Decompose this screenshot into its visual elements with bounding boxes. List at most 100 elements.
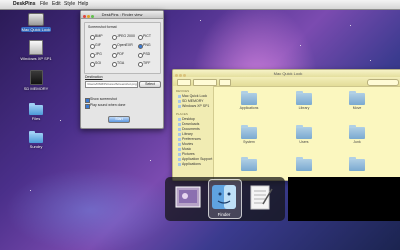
sidebar-item[interactable]: Pictures — [178, 152, 195, 156]
folder-icon — [29, 103, 43, 115]
radio-label: JPEG 2000 — [117, 34, 135, 38]
places-heading: PLACES — [176, 112, 188, 116]
radio-label: JPG — [95, 52, 102, 56]
folder-icon — [349, 157, 365, 171]
folder-item[interactable] — [229, 157, 269, 171]
radio-label: OpenEXR — [117, 43, 133, 47]
sidebar-item[interactable]: Documents — [178, 127, 200, 131]
windows-disk-icon — [29, 40, 43, 55]
folder-label: Library — [298, 106, 310, 110]
format-group: Screenshot format BMP JPEG 2000 PICT GIF… — [84, 22, 161, 74]
folder-icon — [241, 157, 257, 171]
switcher-app-preview[interactable] — [173, 182, 203, 212]
finder-window: Mac Quick Look DEVICES Mac Quick Look SD… — [172, 69, 400, 181]
sidebar-item[interactable]: Applications — [178, 162, 201, 166]
folder-item[interactable]: System — [229, 125, 269, 144]
desktop-icon-windows-xp[interactable]: Windows XP SP1 — [19, 40, 53, 61]
radio-label: PSD — [143, 52, 151, 56]
sidebar-item[interactable]: Music — [178, 147, 191, 151]
radio-label: SGI — [95, 61, 102, 65]
destination-heading: Destination — [85, 75, 103, 79]
sidebar-item[interactable]: Desktop — [178, 117, 195, 121]
folder-item[interactable]: Applications — [229, 91, 269, 110]
folder-label: Applications — [239, 106, 259, 110]
black-panel — [288, 177, 400, 221]
folder-label: System — [243, 140, 255, 144]
app-switcher: Finder — [165, 177, 285, 221]
desktop-icon-sundry[interactable]: Sundry — [19, 131, 53, 149]
folder-icon — [296, 157, 312, 171]
radio-label: GIF — [95, 43, 101, 47]
window-title: DeskPins : Finder view — [101, 12, 143, 17]
folder-icon — [296, 125, 312, 139]
sidebar-item[interactable]: Application Support — [178, 157, 212, 161]
action-button[interactable] — [219, 79, 231, 86]
folder-icon — [241, 125, 257, 139]
minimize-button[interactable] — [87, 14, 90, 18]
folder-item[interactable]: Users — [284, 125, 324, 144]
finder-title: Mac Quick Look — [273, 71, 303, 76]
sidebar-item[interactable]: Windows XP SP1 — [178, 104, 209, 108]
radio-label: PICT — [143, 34, 151, 38]
menu-bar: DeskPins File Edit Style Help — [0, 0, 400, 10]
folder-icon — [241, 91, 257, 105]
folder-item[interactable]: Junk — [337, 125, 377, 144]
search-field[interactable] — [367, 79, 399, 86]
start-button[interactable]: Start — [108, 116, 130, 123]
radio-label: PDF — [117, 52, 124, 56]
folder-label: Junk — [353, 140, 361, 144]
finder-sidebar: DEVICES Mac Quick Look SD MEMORY Windows… — [173, 86, 214, 180]
deskpins-window: DeskPins : Finder view Screenshot format… — [80, 10, 164, 129]
back-forward-button[interactable] — [177, 79, 191, 86]
folder-icon — [349, 125, 365, 139]
finder-icon — [212, 185, 236, 209]
desktop-icon-files[interactable]: Files — [19, 103, 53, 121]
desktop-icon-label: Mac Quick Look — [20, 27, 52, 32]
folder-icon — [296, 91, 312, 105]
menu-help[interactable]: Help — [78, 0, 88, 9]
radio-label: TIFF — [143, 61, 151, 65]
preview-icon — [175, 186, 201, 208]
desktop-icon-mac-quick-look[interactable]: Mac Quick Look — [19, 13, 53, 32]
destination-field[interactable]: /Users/DSM/Pictures/Screenshot.png — [85, 81, 138, 88]
finder-titlebar[interactable]: Mac Quick Look — [173, 70, 400, 77]
desktop-icon-label: Sundry — [29, 144, 43, 149]
radio-label: TGA — [117, 61, 125, 65]
radio-label: BMP — [95, 34, 103, 38]
switcher-selected-label: Finder — [217, 212, 231, 217]
folder-item[interactable] — [284, 157, 324, 171]
radio-label: PNG — [143, 43, 151, 47]
sidebar-item[interactable]: Mac Quick Look — [178, 94, 207, 98]
memory-card-icon — [29, 70, 43, 85]
view-mode-buttons[interactable] — [193, 79, 217, 86]
play-sound-label: Play sound when done — [90, 103, 126, 107]
desktop-icon-label: Files — [31, 116, 41, 121]
sidebar-item[interactable]: Movies — [178, 142, 193, 146]
desktop-icon-sd-memory[interactable]: SD MEMORY — [19, 70, 53, 91]
menu-edit[interactable]: Edit — [52, 0, 61, 9]
format-heading: Screenshot format — [88, 25, 117, 29]
menu-file[interactable]: File — [40, 0, 48, 9]
desktop-icon-label: Windows XP SP1 — [20, 56, 52, 61]
switcher-app-finder[interactable] — [209, 182, 239, 212]
folder-item[interactable]: Library — [284, 91, 324, 110]
switcher-app-textedit[interactable] — [245, 182, 275, 212]
app-menu[interactable]: DeskPins — [13, 0, 36, 9]
select-button[interactable]: Select — [139, 81, 161, 88]
window-titlebar[interactable]: DeskPins : Finder view — [81, 11, 163, 19]
folder-item[interactable]: Move — [337, 91, 377, 110]
zoom-button[interactable] — [91, 14, 94, 18]
folder-icon — [29, 131, 43, 143]
sidebar-item[interactable]: Library — [178, 132, 193, 136]
sidebar-item[interactable]: Downloads — [178, 122, 199, 126]
folder-icon — [349, 91, 365, 105]
sidebar-item[interactable]: Preferences — [178, 137, 201, 141]
folder-label: Users — [299, 140, 309, 144]
folder-label: Move — [352, 106, 362, 110]
folder-item[interactable] — [337, 157, 377, 171]
hard-drive-icon — [28, 13, 44, 26]
desktop-icon-label: SD MEMORY — [23, 86, 49, 91]
sidebar-item[interactable]: SD MEMORY — [178, 99, 204, 103]
menu-style[interactable]: Style — [64, 0, 75, 9]
close-button[interactable] — [83, 14, 86, 18]
